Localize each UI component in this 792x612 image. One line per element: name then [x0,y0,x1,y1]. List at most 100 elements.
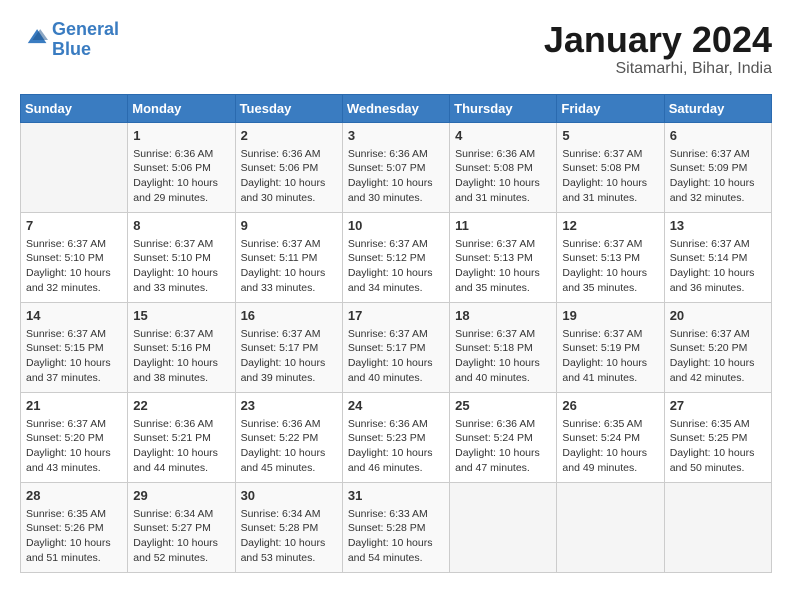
calendar-week-row: 1 Sunrise: 6:36 AMSunset: 5:06 PMDaylight… [21,122,772,212]
day-number: 30 [241,487,337,505]
logo: General Blue [20,20,119,60]
day-number: 29 [133,487,229,505]
weekday-header: Thursday [450,94,557,122]
calendar-day-cell: 11Sunrise: 6:37 AMSunset: 5:13 PMDayligh… [450,212,557,302]
calendar-day-cell: 22 Sunrise: 6:36 AMSunset: 5:21 PMDayligh… [128,392,235,482]
day-info: Sunrise: 6:37 AMSunset: 5:20 PMDaylight:… [670,327,766,386]
month-title: January 2024 [544,20,772,60]
day-info: Sunrise: 6:34 AMSunset: 5:27 PMDaylight:… [133,507,229,566]
day-info: Sunrise: 6:37 AMSunset: 5:15 PMDaylight:… [26,327,122,386]
calendar-day-cell: 8Sunrise: 6:37 AMSunset: 5:10 PMDaylight… [128,212,235,302]
calendar-day-cell: 9Sunrise: 6:37 AMSunset: 5:11 PMDaylight… [235,212,342,302]
day-number: 28 [26,487,122,505]
calendar-day-cell [664,482,771,572]
calendar-day-cell: 26Sunrise: 6:35 AMSunset: 5:24 PMDayligh… [557,392,664,482]
calendar-day-cell: 10 Sunrise: 6:37 AMSunset: 5:12 PMDayligh… [342,212,449,302]
day-number: 24 [348,397,444,415]
weekday-header: Wednesday [342,94,449,122]
day-info: Sunrise: 6:37 AMSunset: 5:16 PMDaylight:… [133,327,229,386]
calendar-day-cell: 16 Sunrise: 6:37 AMSunset: 5:17 PMDayligh… [235,302,342,392]
weekday-header-row: SundayMondayTuesdayWednesdayThursdayFrid… [21,94,772,122]
day-number: 4 [455,127,551,145]
day-number: 15 [133,307,229,325]
calendar-week-row: 7 Sunrise: 6:37 AMSunset: 5:10 PMDaylight… [21,212,772,302]
calendar-day-cell: 6 Sunrise: 6:37 AMSunset: 5:09 PMDaylight… [664,122,771,212]
weekday-header: Saturday [664,94,771,122]
day-number: 23 [241,397,337,415]
logo-blue: Blue [52,39,91,59]
day-number: 16 [241,307,337,325]
day-info: Sunrise: 6:37 AMSunset: 5:12 PMDaylight:… [348,237,444,296]
calendar-day-cell: 14 Sunrise: 6:37 AMSunset: 5:15 PMDayligh… [21,302,128,392]
day-info: Sunrise: 6:37 AMSunset: 5:17 PMDaylight:… [241,327,337,386]
day-number: 7 [26,217,122,235]
day-info: Sunrise: 6:35 AMSunset: 5:26 PMDaylight:… [26,507,122,566]
calendar-day-cell [557,482,664,572]
calendar-day-cell: 23 Sunrise: 6:36 AMSunset: 5:22 PMDayligh… [235,392,342,482]
day-info: Sunrise: 6:37 AMSunset: 5:13 PMDaylight:… [562,237,658,296]
day-info: Sunrise: 6:33 AMSunset: 5:28 PMDaylight:… [348,507,444,566]
calendar-day-cell: 20 Sunrise: 6:37 AMSunset: 5:20 PMDayligh… [664,302,771,392]
day-number: 22 [133,397,229,415]
day-number: 6 [670,127,766,145]
weekday-header: Monday [128,94,235,122]
day-info: Sunrise: 6:37 AMSunset: 5:10 PMDaylight:… [26,237,122,296]
day-info: Sunrise: 6:37 AMSunset: 5:11 PMDaylight:… [241,237,337,296]
calendar-day-cell: 29 Sunrise: 6:34 AMSunset: 5:27 PMDayligh… [128,482,235,572]
day-number: 10 [348,217,444,235]
calendar-week-row: 21 Sunrise: 6:37 AMSunset: 5:20 PMDayligh… [21,392,772,482]
calendar-day-cell: 13Sunrise: 6:37 AMSunset: 5:14 PMDayligh… [664,212,771,302]
day-number: 3 [348,127,444,145]
page-header: General Blue January 2024 Sitamarhi, Bih… [20,20,772,78]
calendar-day-cell: 21 Sunrise: 6:37 AMSunset: 5:20 PMDayligh… [21,392,128,482]
calendar-day-cell: 1 Sunrise: 6:36 AMSunset: 5:06 PMDaylight… [128,122,235,212]
calendar-week-row: 14 Sunrise: 6:37 AMSunset: 5:15 PMDayligh… [21,302,772,392]
calendar-day-cell: 17Sunrise: 6:37 AMSunset: 5:17 PMDayligh… [342,302,449,392]
calendar-day-cell: 15 Sunrise: 6:37 AMSunset: 5:16 PMDayligh… [128,302,235,392]
calendar-day-cell: 28 Sunrise: 6:35 AMSunset: 5:26 PMDayligh… [21,482,128,572]
day-info: Sunrise: 6:36 AMSunset: 5:21 PMDaylight:… [133,417,229,476]
logo-general: General [52,19,119,39]
day-number: 8 [133,217,229,235]
logo-icon [20,26,48,54]
calendar-day-cell: 24 Sunrise: 6:36 AMSunset: 5:23 PMDayligh… [342,392,449,482]
day-info: Sunrise: 6:37 AMSunset: 5:17 PMDaylight:… [348,327,444,386]
day-info: Sunrise: 6:35 AMSunset: 5:25 PMDaylight:… [670,417,766,476]
day-info: Sunrise: 6:36 AMSunset: 5:22 PMDaylight:… [241,417,337,476]
day-number: 1 [133,127,229,145]
day-info: Sunrise: 6:36 AMSunset: 5:06 PMDaylight:… [241,147,337,206]
location-subtitle: Sitamarhi, Bihar, India [544,60,772,78]
calendar-week-row: 28 Sunrise: 6:35 AMSunset: 5:26 PMDayligh… [21,482,772,572]
day-info: Sunrise: 6:36 AMSunset: 5:07 PMDaylight:… [348,147,444,206]
calendar-day-cell: 7 Sunrise: 6:37 AMSunset: 5:10 PMDaylight… [21,212,128,302]
day-number: 21 [26,397,122,415]
title-block: January 2024 Sitamarhi, Bihar, India [544,20,772,78]
weekday-header: Tuesday [235,94,342,122]
day-number: 2 [241,127,337,145]
calendar-table: SundayMondayTuesdayWednesdayThursdayFrid… [20,94,772,573]
day-number: 27 [670,397,766,415]
day-number: 20 [670,307,766,325]
calendar-day-cell: 4Sunrise: 6:36 AMSunset: 5:08 PMDaylight… [450,122,557,212]
day-info: Sunrise: 6:36 AMSunset: 5:23 PMDaylight:… [348,417,444,476]
day-number: 14 [26,307,122,325]
calendar-day-cell: 12Sunrise: 6:37 AMSunset: 5:13 PMDayligh… [557,212,664,302]
day-info: Sunrise: 6:34 AMSunset: 5:28 PMDaylight:… [241,507,337,566]
day-info: Sunrise: 6:37 AMSunset: 5:09 PMDaylight:… [670,147,766,206]
day-info: Sunrise: 6:37 AMSunset: 5:14 PMDaylight:… [670,237,766,296]
day-info: Sunrise: 6:37 AMSunset: 5:13 PMDaylight:… [455,237,551,296]
day-info: Sunrise: 6:37 AMSunset: 5:18 PMDaylight:… [455,327,551,386]
weekday-header: Sunday [21,94,128,122]
calendar-day-cell: 2 Sunrise: 6:36 AMSunset: 5:06 PMDaylight… [235,122,342,212]
day-number: 5 [562,127,658,145]
calendar-day-cell: 27 Sunrise: 6:35 AMSunset: 5:25 PMDayligh… [664,392,771,482]
calendar-day-cell: 18Sunrise: 6:37 AMSunset: 5:18 PMDayligh… [450,302,557,392]
calendar-day-cell: 5Sunrise: 6:37 AMSunset: 5:08 PMDaylight… [557,122,664,212]
weekday-header: Friday [557,94,664,122]
day-info: Sunrise: 6:37 AMSunset: 5:20 PMDaylight:… [26,417,122,476]
day-number: 31 [348,487,444,505]
day-info: Sunrise: 6:36 AMSunset: 5:06 PMDaylight:… [133,147,229,206]
logo-text: General Blue [52,20,119,60]
day-number: 26 [562,397,658,415]
calendar-day-cell [450,482,557,572]
